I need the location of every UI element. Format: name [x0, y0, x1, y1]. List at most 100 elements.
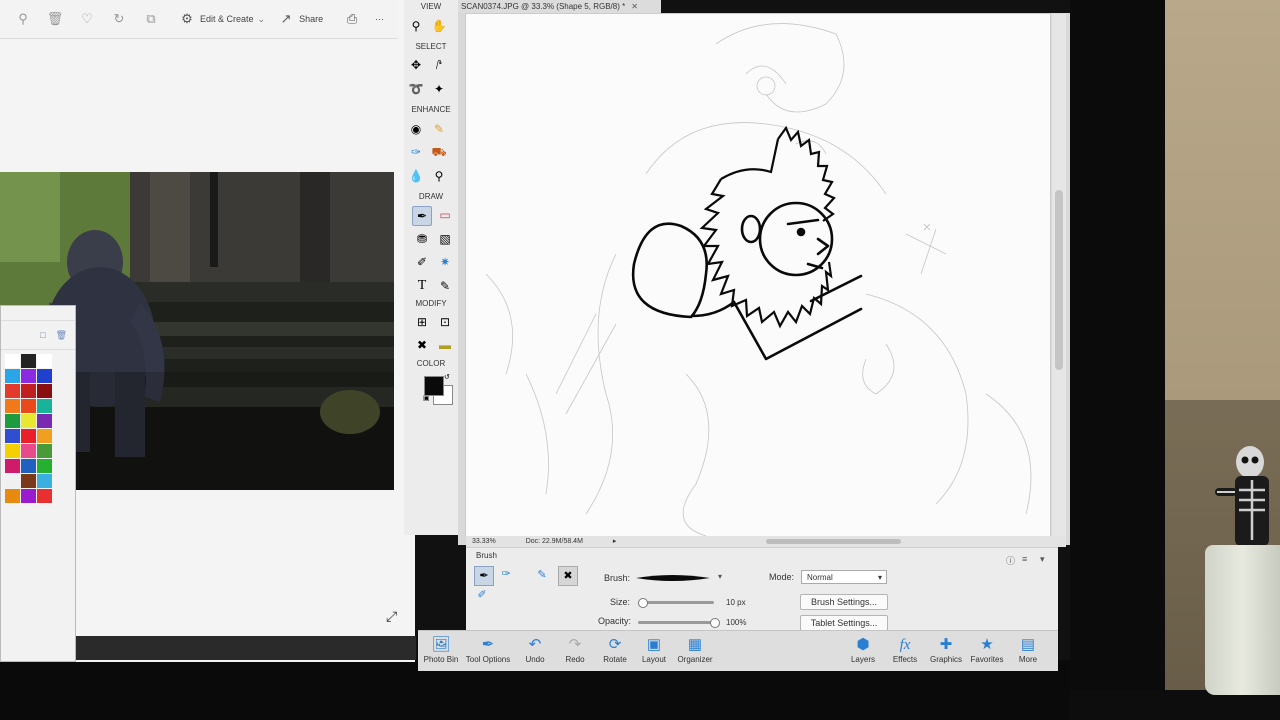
more-options-button[interactable]: ···	[375, 14, 384, 24]
favorites-button[interactable]: ★ Favorites	[964, 635, 1010, 664]
size-slider-track[interactable]	[638, 601, 714, 604]
photo-bin-button[interactable]: 🖼 Photo Bin	[418, 635, 464, 664]
brush-dropdown-chevron-icon[interactable]: ▾	[718, 572, 722, 581]
share-button[interactable]: ↗ Share	[277, 10, 323, 28]
custom-shape-tool-icon[interactable]: ✷	[435, 252, 455, 272]
color-swatch[interactable]	[21, 444, 36, 458]
lasso-tool-icon[interactable]: ➰	[406, 79, 426, 99]
blur-tool-icon[interactable]: 💧	[406, 166, 426, 186]
edit-create-button[interactable]: ⚙ Edit & Create ⌄	[178, 10, 265, 28]
clone-stamp-tool-icon[interactable]: ⛟	[429, 142, 449, 162]
foreground-color-swatch[interactable]	[424, 376, 444, 396]
graphics-button[interactable]: ✚ Graphics	[923, 635, 969, 664]
gradient-tool-icon[interactable]: ▧	[435, 229, 455, 249]
content-aware-move-tool-icon[interactable]: ✖	[412, 335, 432, 355]
spot-healing-tool-icon[interactable]: ✎	[429, 119, 449, 139]
opacity-slider-knob[interactable]	[710, 618, 720, 628]
recompose-tool-icon[interactable]: ⊡	[435, 312, 455, 332]
swap-colors-icon[interactable]: ↺	[444, 373, 450, 381]
tool-options-button[interactable]: ✒ Tool Options	[465, 635, 511, 664]
heart-icon[interactable]: ♡	[78, 10, 96, 28]
opacity-slider-track[interactable]	[638, 621, 714, 624]
brush-preview[interactable]	[632, 570, 714, 584]
color-swatch[interactable]	[21, 384, 36, 398]
horizontal-scrollbar-thumb[interactable]	[766, 539, 901, 544]
color-swatch[interactable]	[5, 384, 20, 398]
collapse-panel-icon[interactable]: ▾	[1040, 554, 1045, 565]
layout-button[interactable]: ▣ Layout	[631, 635, 677, 664]
drawing-canvas[interactable]	[466, 14, 1050, 536]
impressionist-brush-icon[interactable]: ✑	[498, 567, 514, 583]
color-swatch[interactable]	[37, 474, 52, 488]
color-swatch[interactable]	[37, 384, 52, 398]
zoom-tool-icon[interactable]: ⚲	[406, 16, 426, 36]
color-swatch[interactable]	[21, 429, 36, 443]
color-swatch[interactable]	[37, 354, 52, 368]
brush-tool-option-icon[interactable]: ✒	[474, 566, 494, 586]
trash-icon[interactable]: 🗑	[56, 330, 67, 341]
print-icon[interactable]: ⎙	[343, 10, 361, 28]
color-swatch[interactable]	[5, 474, 20, 488]
eyedropper-tool-icon[interactable]: ✐	[412, 252, 432, 272]
color-swatch[interactable]	[21, 399, 36, 413]
marquee-tool-icon[interactable]: ⭚	[429, 55, 449, 75]
red-eye-tool-icon[interactable]: ◉	[406, 119, 426, 139]
effects-button[interactable]: fx Effects	[882, 635, 928, 664]
panel-menu-icon[interactable]: ≡	[1022, 554, 1027, 564]
hand-tool-icon[interactable]: ✋	[429, 16, 449, 36]
color-swatch[interactable]	[21, 489, 36, 503]
color-swatch[interactable]	[5, 414, 20, 428]
type-tool-icon[interactable]: T	[412, 276, 432, 296]
color-replacement-brush-icon[interactable]: ✐	[474, 588, 490, 604]
color-swatch[interactable]	[21, 414, 36, 428]
brush-settings-button[interactable]: Brush Settings...	[800, 594, 888, 610]
color-swatch[interactable]	[5, 369, 20, 383]
color-swatch[interactable]	[37, 369, 52, 383]
tablet-options-icon[interactable]: ✖	[558, 566, 578, 586]
color-swatch[interactable]	[21, 474, 36, 488]
zoom-icon[interactable]: ⚲	[14, 10, 32, 28]
document-tab[interactable]: SCAN0374.JPG @ 33.3% (Shape 5, RGB/8) * ✕	[458, 0, 661, 13]
delete-icon[interactable]: 🗑	[46, 10, 64, 28]
airbrush-icon[interactable]: ✎	[534, 568, 550, 584]
rotate-icon[interactable]: ↻	[110, 10, 128, 28]
more-button[interactable]: ▤ More	[1005, 635, 1051, 664]
pencil-tool-icon[interactable]: ✎	[435, 276, 455, 296]
color-swatch[interactable]	[37, 459, 52, 473]
organizer-button[interactable]: ▦ Organizer	[672, 635, 718, 664]
quick-selection-tool-icon[interactable]: ✦	[429, 79, 449, 99]
size-slider-knob[interactable]	[637, 598, 648, 608]
color-swatch[interactable]	[37, 399, 52, 413]
color-swatch[interactable]	[5, 429, 20, 443]
color-swatch[interactable]	[37, 429, 52, 443]
color-swatch[interactable]	[37, 444, 52, 458]
layers-button[interactable]: ⬢ Layers	[840, 635, 886, 664]
crop-icon[interactable]: ⧉	[142, 10, 160, 28]
sponge-tool-icon[interactable]: ⚲	[429, 166, 449, 186]
help-icon[interactable]: ⓘ	[1006, 554, 1015, 567]
vertical-scrollbar-thumb[interactable]	[1055, 190, 1063, 370]
expand-icon[interactable]: ⤢	[386, 608, 402, 624]
color-swatch[interactable]	[5, 399, 20, 413]
color-swatch[interactable]	[5, 459, 20, 473]
status-menu-arrow-icon[interactable]: ▸	[613, 538, 617, 545]
mode-select[interactable]: Normal ▾	[801, 570, 887, 584]
color-swatch[interactable]	[5, 354, 20, 368]
color-swatch[interactable]	[5, 489, 20, 503]
straighten-tool-icon[interactable]: ▬	[435, 335, 455, 355]
color-swatch[interactable]	[37, 489, 52, 503]
move-tool-icon[interactable]: ✥	[406, 55, 426, 75]
color-swatch[interactable]	[21, 369, 36, 383]
color-swatch[interactable]	[5, 444, 20, 458]
tablet-settings-button[interactable]: Tablet Settings...	[800, 615, 888, 631]
eraser-tool-icon[interactable]: ▭	[435, 205, 455, 225]
new-swatch-icon[interactable]: □	[40, 330, 45, 340]
crop-tool-icon[interactable]: ⊞	[412, 312, 432, 332]
color-swatch[interactable]	[21, 459, 36, 473]
smart-brush-tool-icon[interactable]: ✑	[406, 142, 426, 162]
paint-bucket-tool-icon[interactable]: ⛃	[412, 229, 432, 249]
close-icon[interactable]: ✕	[631, 2, 638, 11]
brush-tool-icon[interactable]: ✒	[412, 206, 432, 226]
color-swatch[interactable]	[21, 354, 36, 368]
color-swatch[interactable]	[37, 414, 52, 428]
